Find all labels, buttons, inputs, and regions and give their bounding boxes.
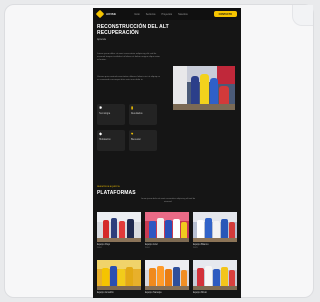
- gallery-tile[interactable]: [193, 212, 237, 242]
- feature-card: ♥ Bienestar: [129, 130, 157, 151]
- tile-caption: Equipo Blanco: [193, 243, 209, 246]
- about-paragraph-2: Veniam quis nostrud exercitation ullamco…: [97, 76, 160, 81]
- nav-item[interactable]: Nosotros: [178, 13, 188, 16]
- tile-caption: Equipo Amarillo: [97, 291, 114, 294]
- hero-subtitle: Aprende: [97, 38, 107, 41]
- tile-meta: 2023: [193, 247, 198, 249]
- nav-item[interactable]: Inicio: [134, 13, 140, 16]
- section-title: PLATAFORMAS: [97, 190, 136, 196]
- gallery-tile[interactable]: [97, 260, 141, 290]
- gallery-tile[interactable]: [145, 260, 189, 290]
- nav-menu: Inicio Servicios Proyectos Nosotros: [134, 13, 188, 16]
- tile-caption: Equipo Mixto: [193, 291, 207, 294]
- drop-icon: ◆: [99, 131, 103, 136]
- feature-label: Hidratación: [99, 139, 111, 141]
- feature-card: ◆ Hidratación: [97, 130, 125, 151]
- tile-caption: Equipo Rojo: [97, 243, 111, 246]
- tile-meta: 2024: [145, 247, 150, 249]
- feature-label: Resultados: [131, 113, 143, 115]
- tile-meta: 2024: [97, 247, 102, 249]
- nav-item[interactable]: Proyectos: [161, 13, 172, 16]
- card-corner: [292, 5, 313, 26]
- feature-label: Tecnología: [99, 113, 111, 115]
- logo-text[interactable]: ARISE: [106, 12, 116, 16]
- tile-caption: Equipo Azul: [145, 243, 158, 246]
- heart-icon: ♥: [131, 131, 134, 136]
- about-paragraph-1: Lorem ipsum dolor sit amet consectetur a…: [97, 53, 160, 61]
- logo-icon: [95, 9, 105, 19]
- gallery-tile[interactable]: [97, 212, 141, 242]
- site-header: ARISE Inicio Servicios Proyectos Nosotro…: [93, 8, 241, 20]
- features-grid: ✱ Tecnología ▮ Resultados ◆ Hidratación …: [97, 104, 157, 151]
- contact-button[interactable]: CONTACTO: [213, 11, 237, 17]
- feature-card: ▮ Resultados: [129, 104, 157, 125]
- section-description: Lorem ipsum dolor sit amet consectetur a…: [140, 198, 196, 203]
- hero-title: RECONSTRUCCIÓN DEL ALT RECUPERACIÓN: [97, 24, 169, 36]
- section-kicker: NUESTROS EQUIPOS: [97, 186, 120, 188]
- chart-icon: ▮: [131, 105, 134, 110]
- feature-card: ✱ Tecnología: [97, 104, 125, 125]
- tile-caption: Equipo Naranja: [145, 291, 162, 294]
- gear-icon: ✱: [99, 105, 103, 110]
- gallery-tile[interactable]: [193, 260, 237, 290]
- feature-label: Bienestar: [131, 139, 141, 141]
- gallery-tile[interactable]: [145, 212, 189, 242]
- hero-image: [173, 66, 235, 110]
- nav-item[interactable]: Servicios: [146, 13, 156, 16]
- website-screenshot: ARISE Inicio Servicios Proyectos Nosotro…: [93, 8, 241, 298]
